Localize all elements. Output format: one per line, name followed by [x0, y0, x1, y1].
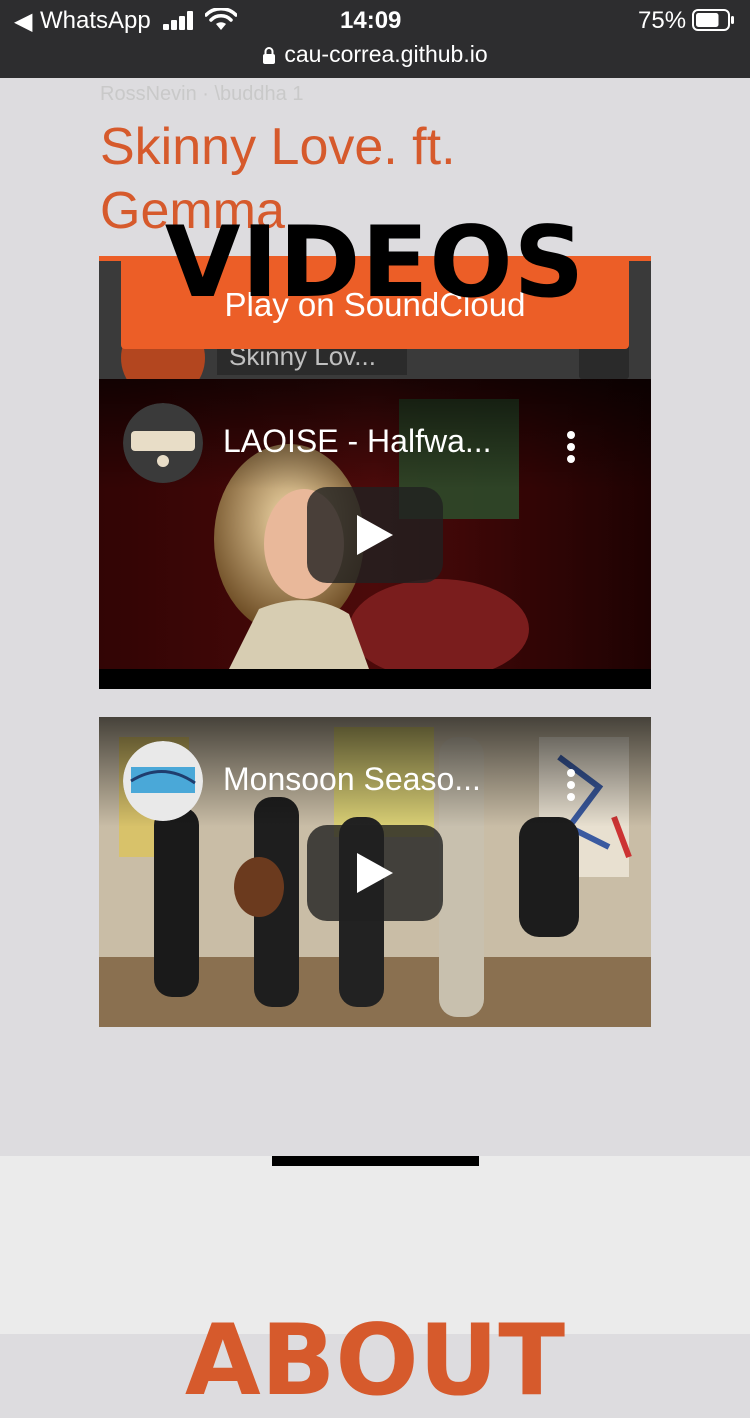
video-title[interactable]: LAOISE - Halfwa... — [223, 421, 523, 461]
address-bar[interactable]: cau-correa.github.io — [0, 40, 750, 68]
play-button[interactable] — [307, 487, 443, 583]
about-section: ABOUT — [0, 1156, 750, 1416]
videos-heading: VIDEOS — [164, 206, 586, 320]
video-title[interactable]: Monsoon Seaso... — [223, 759, 523, 799]
back-app-label[interactable]: WhatsApp — [40, 7, 151, 35]
play-button[interactable] — [307, 825, 443, 921]
play-icon — [357, 515, 393, 555]
url-text: cau-correa.github.io — [284, 41, 488, 67]
lock-icon — [263, 47, 276, 64]
beach-art-logo[interactable] — [123, 741, 203, 821]
battery-icon — [692, 9, 734, 31]
video-player[interactable]: Monsoon Seaso... — [99, 717, 651, 1027]
clock: 14:09 — [340, 7, 402, 34]
more-options-icon[interactable] — [565, 431, 577, 467]
back-arrow-icon[interactable]: ◀ — [14, 8, 32, 36]
soundcloud-meta[interactable]: RossNevin · \buddha 1 — [100, 83, 303, 106]
home-indicator — [272, 1156, 479, 1166]
signal-icon — [163, 10, 197, 30]
about-heading: ABOUT — [184, 1304, 566, 1418]
battery-percent: 75% — [638, 7, 687, 34]
play-icon — [357, 853, 393, 893]
ruby-sessions-logo[interactable] — [123, 403, 203, 483]
more-options-icon[interactable] — [565, 769, 577, 805]
wifi-icon — [205, 8, 237, 30]
status-bar: ◀ WhatsApp 14:09 75% cau-correa.github.i… — [0, 0, 750, 78]
video-player[interactable]: LAOISE - Halfwa... — [99, 379, 651, 689]
